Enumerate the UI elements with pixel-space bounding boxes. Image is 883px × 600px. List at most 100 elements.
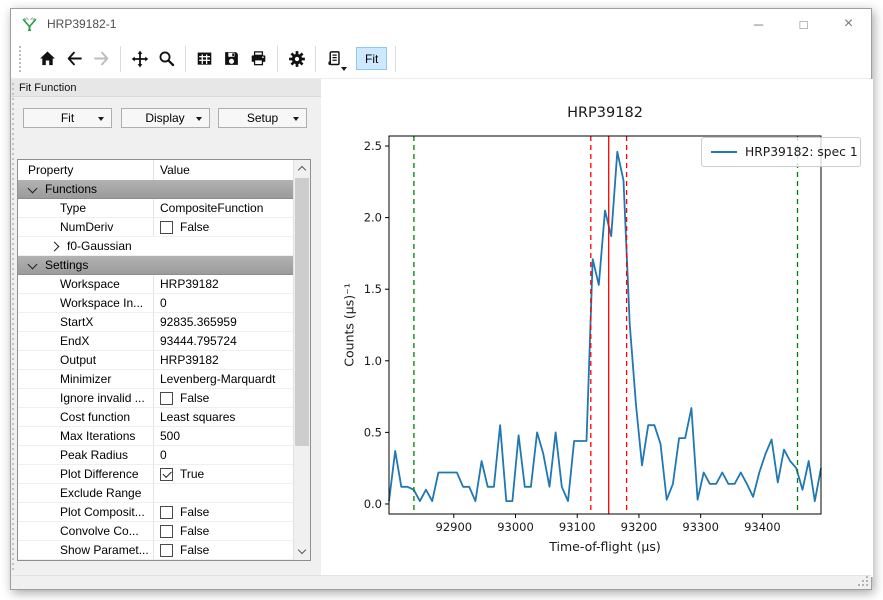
printer-icon — [250, 50, 267, 67]
close-button[interactable]: × — [826, 9, 871, 39]
y-tick-label: 2.0 — [364, 211, 382, 225]
property-row-EndX[interactable]: EndX93444.795724 — [18, 332, 293, 351]
property-row-Workspace In...[interactable]: Workspace In...0 — [18, 294, 293, 313]
property-value[interactable]: 0 — [154, 446, 293, 464]
app-window: HRP39182-1 ─ □ × — [10, 8, 872, 590]
home-button[interactable] — [34, 45, 61, 73]
plot-title: HRP39182 — [567, 105, 643, 121]
fit-function-dock: Fit Function Fit Display Setup Property … — [11, 79, 321, 577]
y-tick-label: 1.5 — [364, 282, 382, 296]
property-name: Exclude Range — [18, 484, 154, 502]
property-value[interactable]: False — [154, 389, 293, 407]
property-value[interactable]: True — [154, 465, 293, 483]
property-row-Workspace[interactable]: WorkspaceHRP39182 — [18, 275, 293, 294]
property-name: Type — [18, 199, 154, 217]
setup-menu-button[interactable]: Setup — [218, 108, 307, 128]
property-row-Output[interactable]: OutputHRP39182 — [18, 351, 293, 370]
checkbox-label: False — [180, 505, 209, 519]
property-name: Plot Difference — [18, 465, 154, 483]
property-value[interactable]: HRP39182 — [154, 275, 293, 293]
property-row-Plot Composit...[interactable]: Plot Composit... False — [18, 503, 293, 522]
checkbox-unchecked-icon[interactable] — [160, 525, 173, 538]
display-menu-button[interactable]: Display — [121, 108, 210, 128]
property-table-header: Property Value — [18, 160, 310, 181]
forward-button[interactable] — [88, 45, 115, 73]
script-dropdown-caret[interactable] — [341, 67, 347, 71]
scroll-down-button[interactable] — [294, 543, 310, 560]
property-value[interactable]: 93444.795724 — [154, 332, 293, 350]
x-tick-label: 93100 — [559, 520, 596, 534]
group-label: f0-Gaussian — [67, 239, 132, 253]
scrollbar-thumb[interactable] — [295, 178, 309, 446]
plot-panel[interactable]: 9290093000931009320093300934000.00.51.01… — [321, 79, 873, 577]
expand-icon[interactable] — [50, 241, 60, 251]
property-value[interactable]: 500 — [154, 427, 293, 445]
fit-menu-button[interactable]: Fit — [23, 108, 112, 128]
property-row-Cost function[interactable]: Cost functionLeast squares — [18, 408, 293, 427]
property-value[interactable]: 92835.365959 — [154, 313, 293, 331]
property-value[interactable]: False — [154, 522, 293, 540]
property-value[interactable]: CompositeFunction — [154, 199, 293, 217]
property-value[interactable] — [154, 484, 293, 502]
property-row-Exclude Range[interactable]: Exclude Range — [18, 484, 293, 503]
settings-button[interactable] — [283, 45, 310, 73]
property-row-Show Paramet...[interactable]: Show Paramet...False — [18, 541, 293, 560]
spectrum-line — [389, 152, 821, 501]
pan-button[interactable] — [126, 45, 153, 73]
checkbox-checked-icon[interactable] — [160, 468, 173, 481]
property-value[interactable]: Least squares — [154, 408, 293, 426]
print-button[interactable] — [245, 45, 272, 73]
toolbar-drag-handle[interactable] — [19, 46, 26, 72]
scroll-up-button[interactable] — [294, 160, 310, 177]
axes-frame — [389, 136, 821, 514]
property-group-f0-Gaussian[interactable]: f0-Gaussian — [18, 237, 293, 256]
table-scrollbar[interactable] — [293, 160, 310, 560]
chevron-down-icon — [196, 117, 202, 121]
back-button[interactable] — [61, 45, 88, 73]
checkbox-unchecked-icon[interactable] — [160, 392, 173, 405]
property-group-Functions[interactable]: Functions — [18, 180, 293, 199]
checkbox-unchecked-icon[interactable] — [160, 544, 173, 557]
plot-legend[interactable]: HRP39182: spec 1 — [701, 137, 861, 167]
generate-script-button[interactable] — [321, 45, 348, 73]
property-value[interactable]: False — [154, 218, 293, 236]
resize-grip-icon[interactable] — [858, 576, 869, 587]
property-row-StartX[interactable]: StartX92835.365959 — [18, 313, 293, 332]
column-header-property: Property — [18, 160, 154, 180]
property-group-Settings[interactable]: Settings — [18, 256, 293, 275]
property-row-Peak Radius[interactable]: Peak Radius0 — [18, 446, 293, 465]
grid-button[interactable] — [191, 45, 218, 73]
fit-toggle-button[interactable]: Fit — [356, 47, 387, 70]
property-name: Convolve Co... — [18, 522, 154, 540]
property-name: Cost function — [18, 408, 154, 426]
property-row-Ignore invalid ...[interactable]: Ignore invalid ...False — [18, 389, 293, 408]
property-row-Plot Difference[interactable]: Plot DifferenceTrue — [18, 465, 293, 484]
status-bar — [11, 575, 871, 589]
minimize-button[interactable]: ─ — [736, 9, 781, 39]
property-value[interactable]: False — [154, 541, 293, 559]
property-name: Max Iterations — [18, 427, 154, 445]
zoom-button[interactable] — [153, 45, 180, 73]
property-name: Plot Composit... — [18, 503, 154, 521]
property-row-Minimizer[interactable]: MinimizerLevenberg-Marquardt — [18, 370, 293, 389]
property-row-Type[interactable]: TypeCompositeFunction — [18, 199, 293, 218]
dock-title[interactable]: Fit Function — [11, 79, 321, 97]
property-value[interactable]: Levenberg-Marquardt — [154, 370, 293, 388]
collapse-icon[interactable] — [28, 259, 38, 269]
property-row-Convolve Co...[interactable]: Convolve Co...False — [18, 522, 293, 541]
property-row-Max Iterations[interactable]: Max Iterations500 — [18, 427, 293, 446]
property-value[interactable]: HRP39182 — [154, 351, 293, 369]
property-name: Show Paramet... — [18, 541, 154, 559]
title-bar[interactable]: HRP39182-1 ─ □ × — [11, 9, 871, 39]
collapse-icon[interactable] — [28, 183, 38, 193]
property-value[interactable]: 0 — [154, 294, 293, 312]
property-value[interactable]: False — [154, 503, 293, 521]
dock-resize-handle[interactable] — [12, 83, 14, 571]
maximize-button[interactable]: □ — [781, 9, 826, 39]
checkbox-unchecked-icon[interactable] — [160, 506, 173, 519]
property-name: Workspace In... — [18, 294, 154, 312]
home-icon — [39, 50, 56, 67]
save-button[interactable] — [218, 45, 245, 73]
checkbox-unchecked-icon[interactable] — [160, 221, 173, 234]
property-row-NumDeriv[interactable]: NumDerivFalse — [18, 218, 293, 237]
